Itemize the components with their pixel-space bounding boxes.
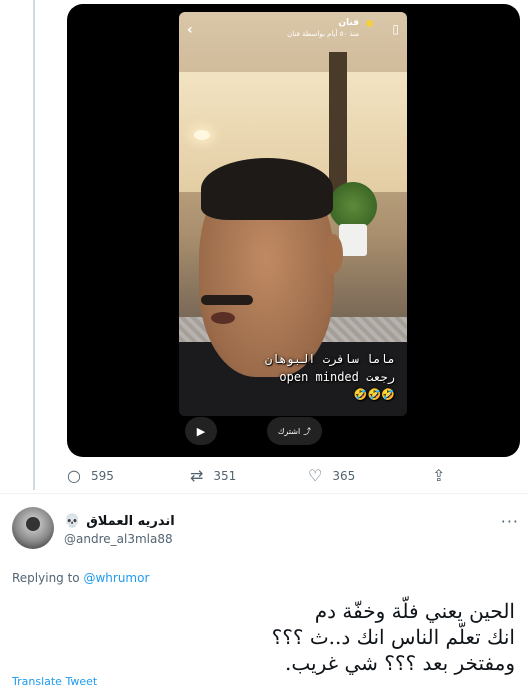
bookmark-icon[interactable]: ▯ [392, 22, 399, 36]
video-controls: ▶ اشترك ⤴ [185, 414, 405, 450]
video-media[interactable]: ‹ فنان منذ ٥٠ أيام بواسطة فنان ▯ ماما سا… [67, 4, 520, 457]
video-frame[interactable]: ‹ فنان منذ ٥٠ أيام بواسطة فنان ▯ ماما سا… [179, 12, 407, 416]
video-caption-line2: رجعت open minded [279, 370, 395, 384]
more-icon[interactable]: ··· [501, 512, 519, 531]
share-tweet-button[interactable]: ⇪ [432, 466, 445, 485]
emoji-badge: 💀 [64, 514, 81, 529]
reply-count: 595 [90, 468, 114, 483]
chevron-left-icon[interactable]: ‹ [187, 22, 193, 38]
replying-to-prefix: Replying to [12, 571, 84, 585]
snap-account-name: فنان [338, 18, 359, 28]
snap-header: ‹ فنان منذ ٥٠ أيام بواسطة فنان ▯ [179, 12, 407, 52]
display-name[interactable]: اندريه العملاق [86, 514, 175, 529]
video-caption-line1: ماما سافرت البوهان [264, 352, 395, 366]
replying-to: Replying to @whrumor [12, 571, 149, 585]
like-button[interactable]: ♡ 365 [308, 466, 355, 485]
reply-icon: ○ [67, 466, 81, 485]
plant-pot [339, 224, 367, 256]
thread-line [33, 0, 35, 490]
translate-tweet-link[interactable]: Translate Tweet [12, 675, 97, 688]
share-button[interactable]: اشترك ⤴ [267, 417, 322, 445]
snap-avatar-dot [366, 20, 373, 27]
like-count: 365 [332, 468, 356, 483]
retweet-button[interactable]: ⇄ 351 [190, 466, 236, 485]
person-mustache [201, 295, 253, 305]
person-ear [323, 234, 343, 274]
person-hair [201, 158, 333, 220]
tweet-actions: ○ 595 ⇄ 351 ♡ 365 ⇪ [67, 466, 487, 490]
tweet-text-line2: انك تعلّم الناس انك د..ث ؟؟؟ [271, 625, 515, 649]
play-button[interactable]: ▶ [185, 417, 217, 445]
plant [329, 182, 377, 230]
avatar[interactable] [12, 507, 54, 549]
tweet-text-line3: ومفتخر بعد ؟؟؟ شي غريب. [285, 651, 515, 675]
video-caption-emoji: 🤣🤣🤣 [353, 388, 395, 401]
person-mouth [211, 312, 235, 324]
play-icon: ▶ [196, 424, 206, 438]
reply-button[interactable]: ○ 595 [67, 466, 114, 485]
share-icon: ⤴ [303, 426, 312, 436]
share-label: اشترك [277, 426, 301, 436]
ceiling-light [194, 130, 210, 140]
user-handle[interactable]: @andre_al3mla88 [64, 532, 173, 546]
retweet-icon: ⇄ [190, 466, 204, 485]
heart-icon: ♡ [308, 466, 323, 485]
display-name-row[interactable]: 💀 اندريه العملاق [64, 514, 175, 529]
divider [0, 493, 529, 494]
replying-to-handle[interactable]: @whrumor [83, 571, 149, 585]
retweet-count: 351 [213, 468, 237, 483]
tweet-text-line1: الحين يعني فلّة وخفّة دم [314, 599, 515, 623]
snap-account-subtitle: منذ ٥٠ أيام بواسطة فنان [287, 30, 359, 38]
tweet-text: الحين يعني فلّة وخفّة دم انك تعلّم الناس… [35, 598, 515, 676]
upload-icon: ⇪ [432, 466, 446, 485]
